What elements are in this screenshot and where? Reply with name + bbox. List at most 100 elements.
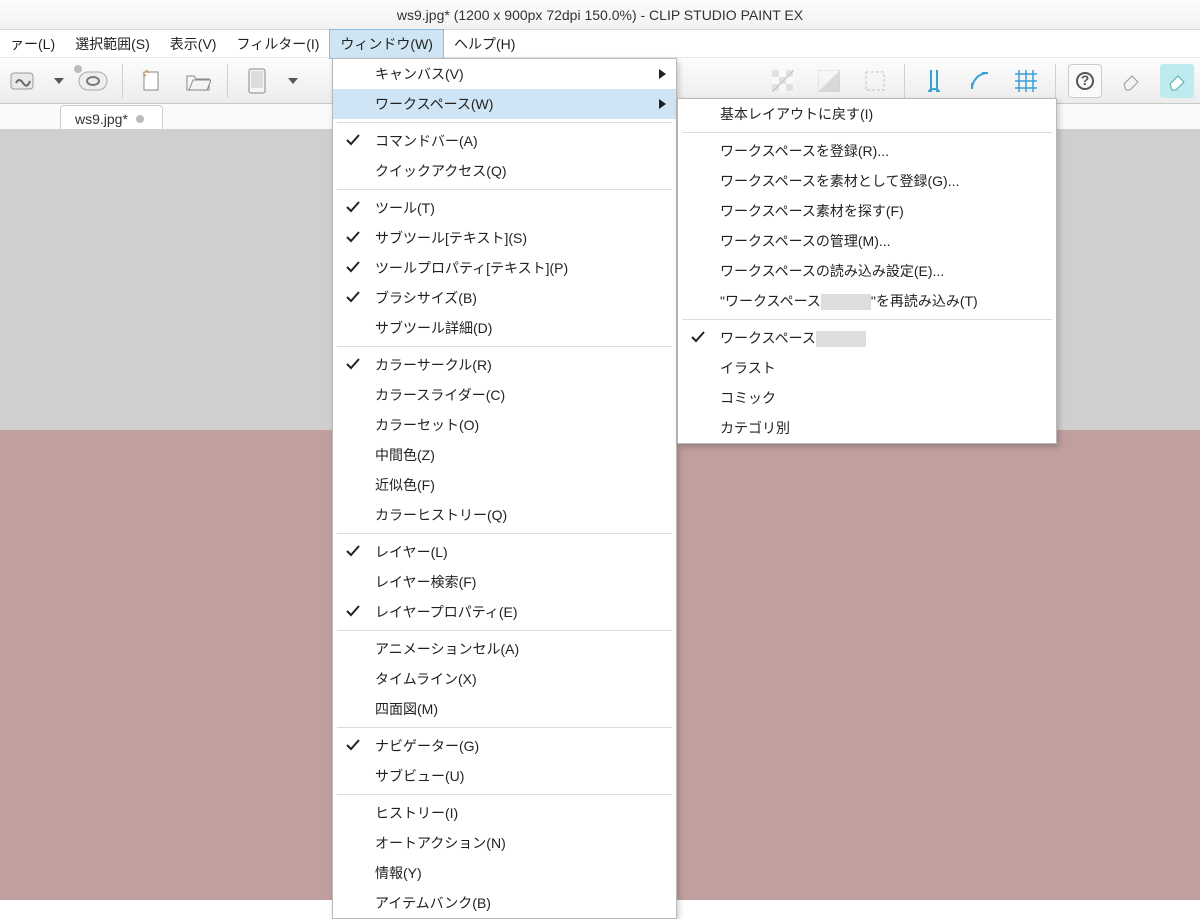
menu-separator	[337, 794, 672, 795]
menu-layer[interactable]: ァー(L)	[0, 30, 65, 58]
menu-item-label: クイックアクセス(Q)	[375, 161, 507, 181]
help-icon[interactable]: ?	[1068, 64, 1102, 98]
ruler-vert-icon[interactable]	[917, 64, 951, 98]
workspace-submenu-dropdown: 基本レイアウトに戻す(I) ワークスペースを登録(R)... ワークスペースを素材と…	[677, 98, 1057, 444]
grid-icon[interactable]	[1009, 64, 1043, 98]
workspace-submenu-item-10[interactable]: イラスト	[678, 353, 1056, 383]
workspace-submenu-item-6[interactable]: ワークスペースの読み込み設定(E)...	[678, 256, 1056, 286]
window-menu-item-24[interactable]: タイムライン(X)	[333, 664, 676, 694]
window-menu-item-20[interactable]: レイヤー検索(F)	[333, 567, 676, 597]
mask-icon[interactable]	[812, 64, 846, 98]
window-menu-item-30[interactable]: ヒストリー(I)	[333, 798, 676, 828]
new-file-icon[interactable]	[135, 64, 169, 98]
menu-item-label: ナビゲーター(G)	[375, 736, 479, 756]
menu-item-label: ワークスペースの管理(M)...	[720, 231, 891, 251]
window-menu-item-12[interactable]: カラーサークル(R)	[333, 350, 676, 380]
menu-view[interactable]: 表示(V)	[160, 30, 227, 58]
window-menu-item-3[interactable]: コマンドバー(A)	[333, 126, 676, 156]
window-menu-item-17[interactable]: カラーヒストリー(Q)	[333, 500, 676, 530]
separator	[1055, 64, 1056, 98]
window-menu-item-9[interactable]: ブラシサイズ(B)	[333, 283, 676, 313]
submenu-arrow-icon	[659, 69, 666, 79]
menu-separator	[337, 346, 672, 347]
eraser1-icon[interactable]	[1114, 64, 1148, 98]
window-menu-item-1[interactable]: ワークスペース(W)	[333, 89, 676, 119]
menu-item-label: カラーヒストリー(Q)	[375, 505, 507, 525]
workspace-submenu-item-4[interactable]: ワークスペース素材を探す(F)	[678, 196, 1056, 226]
window-menu-item-0[interactable]: キャンバス(V)	[333, 59, 676, 89]
open-folder-icon[interactable]	[181, 64, 215, 98]
window-menu-item-15[interactable]: 中間色(Z)	[333, 440, 676, 470]
check-icon	[345, 357, 361, 371]
workspace-submenu-item-5[interactable]: ワークスペースの管理(M)...	[678, 226, 1056, 256]
menu-item-label: 情報(Y)	[375, 863, 422, 883]
menu-item-label: ワークスペースの読み込み設定(E)...	[720, 261, 944, 281]
window-menu-item-4[interactable]: クイックアクセス(Q)	[333, 156, 676, 186]
workspace-submenu-item-3[interactable]: ワークスペースを素材として登録(G)...	[678, 166, 1056, 196]
dropdown-icon[interactable]	[288, 78, 298, 84]
clip-icon[interactable]	[6, 64, 40, 98]
workspace-submenu-item-12[interactable]: カテゴリ別	[678, 413, 1056, 443]
menu-item-label: キャンバス(V)	[375, 64, 464, 84]
menu-item-label: カラーサークル(R)	[375, 355, 492, 375]
selection-border-icon[interactable]	[858, 64, 892, 98]
window-menu-item-21[interactable]: レイヤープロパティ(E)	[333, 597, 676, 627]
menu-window[interactable]: ウィンドウ(W)	[329, 29, 444, 59]
window-menu-item-8[interactable]: ツールプロパティ[テキスト](P)	[333, 253, 676, 283]
window-menu-item-25[interactable]: 四面図(M)	[333, 694, 676, 724]
check-icon	[345, 604, 361, 618]
menu-item-label: サブツール[テキスト](S)	[375, 228, 527, 248]
workspace-submenu-item-7[interactable]: "ワークスペース"を再読み込み(T)	[678, 286, 1056, 316]
ruler-curve-icon[interactable]	[963, 64, 997, 98]
menu-item-label: ワークスペース(W)	[375, 94, 493, 114]
window-title: ws9.jpg* (1200 x 900px 72dpi 150.0%) - C…	[397, 7, 803, 23]
menu-selection[interactable]: 選択範囲(S)	[65, 30, 160, 58]
window-menu-item-33[interactable]: アイテムバンク(B)	[333, 888, 676, 918]
check-icon	[690, 330, 706, 344]
workspace-submenu-item-2[interactable]: ワークスペースを登録(R)...	[678, 136, 1056, 166]
menu-item-label: アニメーションセル(A)	[375, 639, 519, 659]
dropdown-icon[interactable]	[54, 78, 64, 84]
menu-item-label: カテゴリ別	[720, 418, 790, 438]
check-icon	[345, 544, 361, 558]
document-tab[interactable]: ws9.jpg*	[60, 105, 163, 129]
window-menu-item-27[interactable]: ナビゲーター(G)	[333, 731, 676, 761]
window-menu-item-23[interactable]: アニメーションセル(A)	[333, 634, 676, 664]
window-menu-item-6[interactable]: ツール(T)	[333, 193, 676, 223]
menu-item-label: ワークスペース素材を探す(F)	[720, 201, 904, 221]
check-icon	[345, 230, 361, 244]
menu-bar: ァー(L) 選択範囲(S) 表示(V) フィルター(I) ウィンドウ(W) ヘル…	[0, 30, 1200, 58]
separator	[227, 64, 228, 98]
workspace-submenu-item-0[interactable]: 基本レイアウトに戻す(I)	[678, 99, 1056, 129]
menu-item-label: 基本レイアウトに戻す(I)	[720, 104, 873, 124]
window-menu-item-32[interactable]: 情報(Y)	[333, 858, 676, 888]
window-menu-item-10[interactable]: サブツール詳細(D)	[333, 313, 676, 343]
eraser2-icon[interactable]	[1160, 64, 1194, 98]
menu-item-label: 中間色(Z)	[375, 445, 435, 465]
transparency-icon[interactable]	[766, 64, 800, 98]
menu-filter[interactable]: フィルター(I)	[226, 30, 329, 58]
workspace-submenu-item-11[interactable]: コミック	[678, 383, 1056, 413]
menu-item-label: コミック	[720, 388, 776, 408]
menu-item-label: レイヤー(L)	[375, 542, 448, 562]
menu-separator	[337, 630, 672, 631]
window-menu-item-28[interactable]: サブビュー(U)	[333, 761, 676, 791]
window-menu-item-19[interactable]: レイヤー(L)	[333, 537, 676, 567]
modified-dot-icon	[136, 115, 144, 123]
window-menu-item-13[interactable]: カラースライダー(C)	[333, 380, 676, 410]
menu-item-label: ワークスペースを登録(R)...	[720, 141, 889, 161]
menu-item-label: ワークスペースを素材として登録(G)...	[720, 171, 959, 191]
window-menu-item-14[interactable]: カラーセット(O)	[333, 410, 676, 440]
check-icon	[345, 290, 361, 304]
menu-help[interactable]: ヘルプ(H)	[444, 30, 525, 58]
window-menu-item-7[interactable]: サブツール[テキスト](S)	[333, 223, 676, 253]
svg-text:?: ?	[1081, 72, 1090, 88]
window-menu-item-31[interactable]: オートアクション(N)	[333, 828, 676, 858]
tablet-icon[interactable]	[240, 64, 274, 98]
separator	[122, 64, 123, 98]
workspace-submenu-item-9[interactable]: ワークスペース	[678, 323, 1056, 353]
menu-separator	[337, 122, 672, 123]
window-menu-item-16[interactable]: 近似色(F)	[333, 470, 676, 500]
menu-item-label: ブラシサイズ(B)	[375, 288, 477, 308]
menu-item-label: ツールプロパティ[テキスト](P)	[375, 258, 568, 278]
